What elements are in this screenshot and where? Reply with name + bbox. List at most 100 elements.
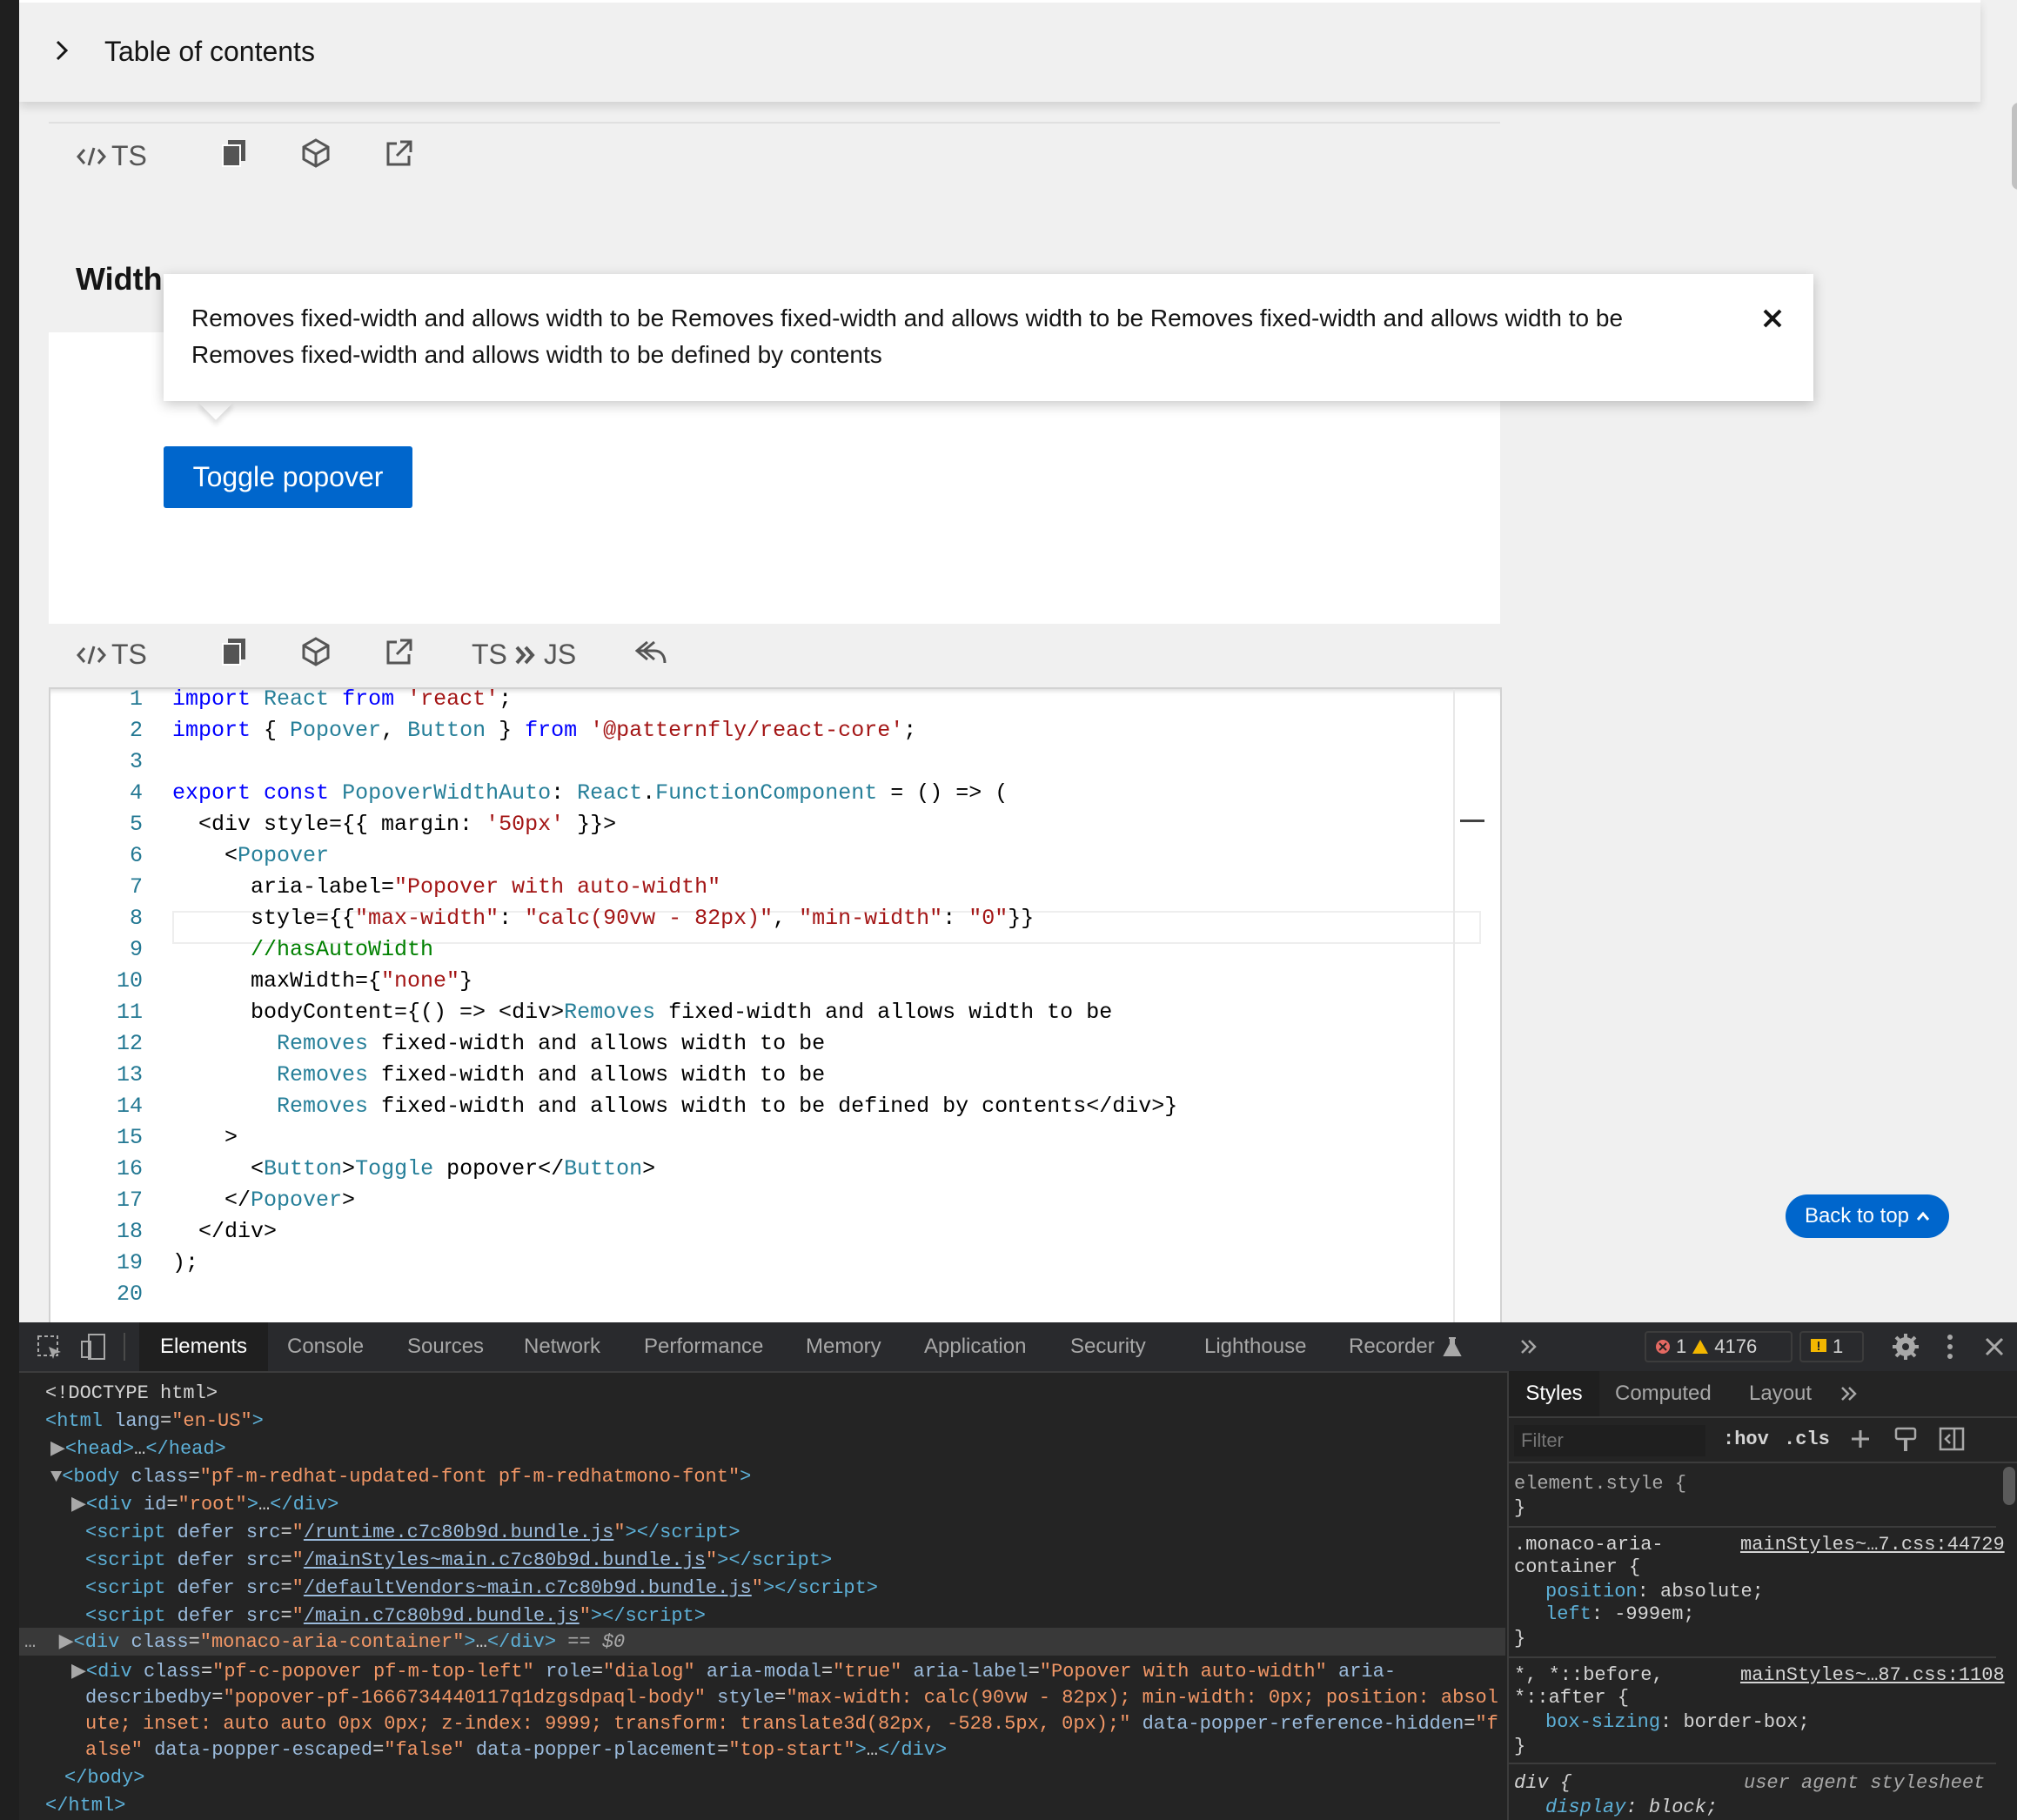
- style-declaration: display: block;: [1545, 1797, 1719, 1818]
- dom-node[interactable]: </body>: [64, 1764, 144, 1792]
- error-icon: [1656, 1340, 1670, 1354]
- dom-node[interactable]: ▶<head>…</head>: [50, 1435, 226, 1463]
- warning-icon: [1692, 1340, 1709, 1354]
- tab-performance[interactable]: Performance: [644, 1322, 763, 1371]
- info-counter[interactable]: 1: [1799, 1331, 1864, 1362]
- dom-node-selected[interactable]: … ▶<div class="monaco-aria-container">…<…: [24, 1629, 625, 1656]
- tab-lighthouse[interactable]: Lighthouse: [1204, 1322, 1306, 1371]
- styles-filter-bar: :hov .cls: [1509, 1418, 2017, 1463]
- plus-icon[interactable]: [1850, 1429, 1873, 1451]
- issues-counter[interactable]: 1 4176: [1645, 1331, 1793, 1362]
- close-icon[interactable]: [1761, 307, 1784, 330]
- dom-node[interactable]: </html>: [45, 1792, 125, 1820]
- tab-elements[interactable]: Elements: [139, 1322, 268, 1371]
- rule-divider: [1509, 1763, 1996, 1764]
- dom-node-wrap: describedby="popover-pf-1666734440117q1d…: [85, 1687, 1498, 1709]
- convert-ts-to-js-button[interactable]: TS JS: [472, 639, 576, 671]
- gear-icon[interactable]: [1892, 1333, 1920, 1361]
- copy-button[interactable]: [221, 637, 247, 666]
- code-icon: [77, 147, 106, 165]
- open-new-window-button[interactable]: [385, 637, 414, 666]
- sidebar-toggle-icon[interactable]: [1939, 1427, 1965, 1451]
- rule-divider: [1509, 1656, 1996, 1658]
- external-link-icon: [386, 140, 412, 166]
- editor-overview-ruler: [1453, 689, 1455, 1322]
- kebab-menu-icon[interactable]: [1946, 1333, 1954, 1361]
- dom-node[interactable]: <script defer src="/defaultVendors~main.…: [85, 1575, 878, 1603]
- codesandbox-icon: [302, 138, 330, 168]
- ts-code-button[interactable]: TS: [77, 639, 147, 671]
- ts-code-button[interactable]: TS: [77, 140, 147, 172]
- toggle-popover-button[interactable]: Toggle popover: [164, 446, 412, 508]
- tab-recorder[interactable]: Recorder: [1349, 1322, 1435, 1371]
- dom-node[interactable]: <html lang="en-US">: [45, 1408, 264, 1435]
- rule-source-link[interactable]: mainStyles~…87.css:1108: [1740, 1663, 2005, 1688]
- popover-body: Removes fixed-width and allows width to …: [191, 300, 1671, 373]
- styles-tabbar: Styles Computed Layout: [1509, 1371, 2017, 1418]
- styles-filter-input[interactable]: [1514, 1425, 1705, 1456]
- cls-toggle[interactable]: .cls: [1784, 1429, 1830, 1450]
- tab-network[interactable]: Network: [524, 1322, 600, 1371]
- device-toolbar-icon[interactable]: [80, 1333, 108, 1361]
- dom-tree: <!DOCTYPE html> <html lang="en-US"> ▶<he…: [19, 1371, 1505, 1820]
- back-to-top-label: Back to top: [1804, 1204, 1910, 1228]
- codesandbox-button[interactable]: [301, 637, 331, 666]
- paint-icon[interactable]: [1893, 1427, 1918, 1453]
- tab-application[interactable]: Application: [924, 1322, 1026, 1371]
- codesandbox-button[interactable]: [301, 138, 331, 168]
- more-tabs-icon[interactable]: [1519, 1338, 1538, 1355]
- page-scrollbar[interactable]: [2012, 103, 2017, 190]
- dom-node[interactable]: ▶<div class="pf-c-popover pf-m-top-left"…: [71, 1658, 1396, 1686]
- table-of-contents-bar[interactable]: Table of contents: [19, 0, 1980, 102]
- popover-text-line-2: Removes fixed-width and allows width to …: [191, 341, 882, 368]
- toolbar-divider: [124, 1333, 125, 1361]
- dom-node[interactable]: <script defer src="/runtime.c7c80b9d.bun…: [85, 1519, 740, 1547]
- hov-toggle[interactable]: :hov: [1723, 1429, 1769, 1450]
- example-toolbar-top: [49, 122, 1500, 124]
- tab-computed[interactable]: Computed: [1615, 1371, 1712, 1416]
- tab-sources[interactable]: Sources: [407, 1322, 484, 1371]
- inspect-element-icon[interactable]: [37, 1335, 63, 1361]
- devtools-panel: Elements Console Sources Network Perform…: [19, 1322, 2017, 1820]
- dom-node[interactable]: <script defer src="/mainStyles~main.c7c8…: [85, 1547, 832, 1575]
- tab-security[interactable]: Security: [1070, 1322, 1146, 1371]
- element-style-rule[interactable]: element.style {: [1514, 1472, 1686, 1496]
- toolbar-bottom: TS TS JS: [77, 633, 686, 677]
- rule-divider: [1509, 1526, 1996, 1528]
- copy-button[interactable]: [221, 138, 247, 168]
- style-declaration[interactable]: position: absolute;: [1545, 1580, 1764, 1604]
- toolbar-top: TS: [77, 135, 442, 178]
- style-declaration[interactable]: box-sizing: border-box;: [1545, 1710, 1810, 1735]
- popover-text-line-1: Removes fixed-width and allows width to …: [191, 304, 1624, 331]
- dom-node[interactable]: ▶<div id="root">…</div>: [71, 1491, 338, 1519]
- more-tabs-icon[interactable]: [1839, 1385, 1859, 1402]
- ts-label: TS: [111, 140, 147, 171]
- style-declaration[interactable]: left: -999em;: [1545, 1603, 1695, 1627]
- styles-scrollbar[interactable]: [2003, 1467, 2015, 1505]
- ts-label: TS: [472, 639, 507, 670]
- rule-source-link[interactable]: mainStyles~…7.css:44729: [1740, 1533, 2005, 1557]
- open-new-window-button[interactable]: [385, 138, 414, 168]
- flask-icon: [1443, 1337, 1462, 1356]
- close-devtools-icon[interactable]: [1984, 1336, 2005, 1357]
- dom-node[interactable]: <!DOCTYPE html>: [45, 1380, 218, 1408]
- tab-memory[interactable]: Memory: [806, 1322, 881, 1371]
- tab-console[interactable]: Console: [287, 1322, 364, 1371]
- tab-styles[interactable]: Styles: [1509, 1371, 1599, 1416]
- dom-node[interactable]: ▼<body class="pf-m-redhat-updated-font p…: [50, 1463, 751, 1491]
- copy-icon: [222, 639, 245, 666]
- external-link-icon: [386, 639, 412, 665]
- undo-button[interactable]: [635, 640, 667, 665]
- popover: Removes fixed-width and allows width to …: [164, 274, 1813, 401]
- back-to-top-button[interactable]: Back to top: [1786, 1194, 1949, 1238]
- tab-layout[interactable]: Layout: [1749, 1371, 1812, 1416]
- codesandbox-icon: [302, 637, 330, 666]
- rule-close: }: [1514, 1736, 1526, 1757]
- js-label: JS: [543, 639, 577, 670]
- rule-source-label: user agent stylesheet: [1744, 1772, 1986, 1794]
- code-editor[interactable]: 1 import React from 'react'; 2 import { Po…: [49, 687, 1502, 1322]
- undo-icon: [635, 640, 667, 664]
- error-count: 1: [1676, 1335, 1687, 1357]
- dom-node[interactable]: <script defer src="/main.c7c80b9d.bundle…: [85, 1603, 706, 1630]
- info-count: 1: [1833, 1335, 1844, 1357]
